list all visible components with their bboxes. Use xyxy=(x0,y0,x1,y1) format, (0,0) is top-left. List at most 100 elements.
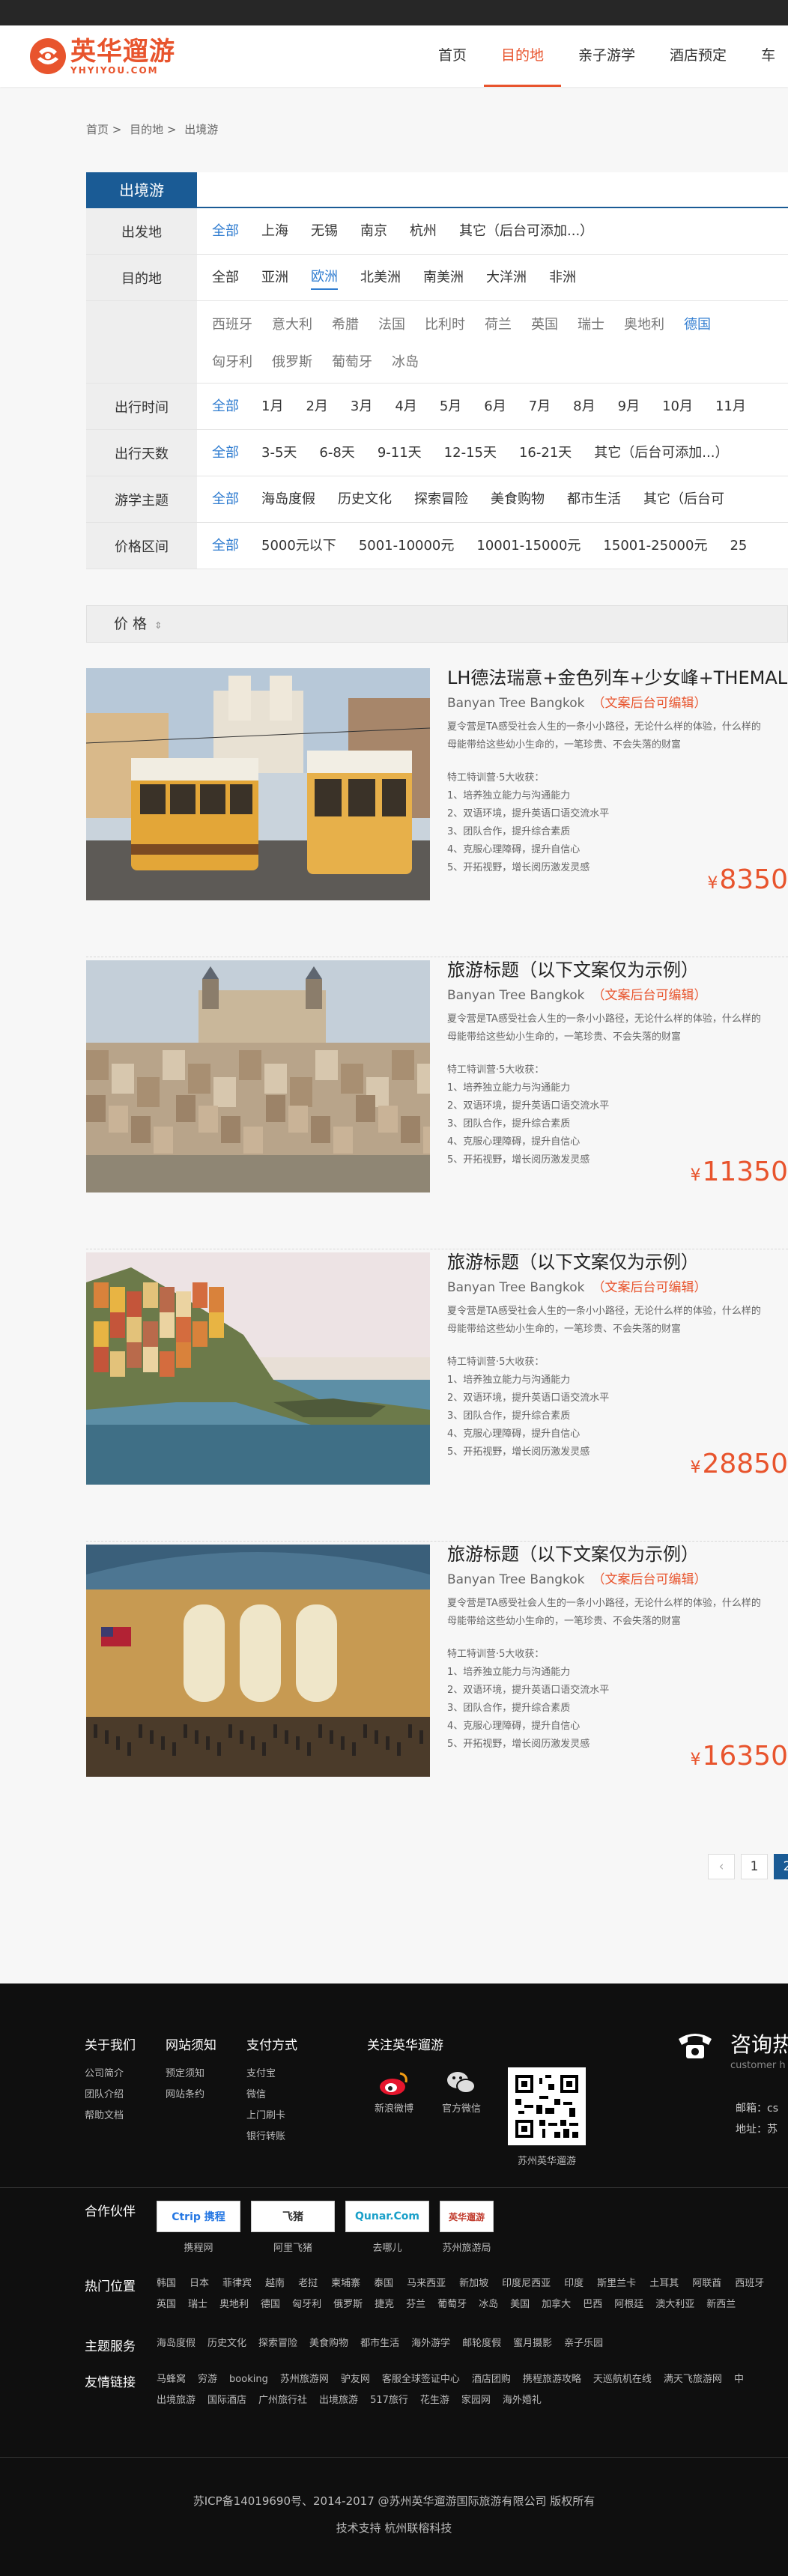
partner-fliggy[interactable]: 飞猪 阿里飞猪 xyxy=(251,2201,335,2254)
filter-option[interactable]: 4月 xyxy=(395,396,416,418)
filter-country-option[interactable]: 奥地利 xyxy=(624,306,664,344)
product-image[interactable] xyxy=(86,960,430,1192)
breadcrumb-home[interactable]: 首页 > xyxy=(86,123,121,136)
filter-option[interactable]: 非洲 xyxy=(549,267,576,289)
product-image[interactable] xyxy=(86,668,430,900)
footer-link[interactable]: 印度 xyxy=(564,2273,584,2295)
footer-link[interactable]: 阿联酋 xyxy=(692,2273,721,2295)
filter-option[interactable]: 无锡 xyxy=(311,220,338,243)
footer-link[interactable]: 帮助文档 xyxy=(85,2106,136,2127)
footer-link[interactable]: 预定须知 xyxy=(166,2064,216,2085)
footer-link[interactable]: 团队介绍 xyxy=(85,2085,136,2106)
footer-link[interactable]: 网站条约 xyxy=(166,2085,216,2106)
footer-link[interactable]: 奥地利 xyxy=(219,2294,249,2316)
filter-country-option[interactable]: 瑞士 xyxy=(578,306,604,344)
footer-link[interactable]: 携程旅游攻略 xyxy=(523,2369,581,2391)
filter-option[interactable]: 全部 xyxy=(212,442,239,464)
filter-option[interactable]: 3-5天 xyxy=(261,442,297,464)
filter-option[interactable]: 9-11天 xyxy=(378,442,422,464)
footer-link[interactable]: 天巡航机在线 xyxy=(593,2369,652,2391)
footer-link[interactable]: 客服全球签证中心 xyxy=(382,2369,460,2391)
footer-link[interactable]: 亲子乐园 xyxy=(564,2333,603,2355)
footer-link[interactable]: 捷克 xyxy=(375,2294,394,2316)
filter-option[interactable]: 5000元以下 xyxy=(261,535,336,557)
footer-link[interactable]: 马来西亚 xyxy=(407,2273,446,2295)
footer-link[interactable]: 澳大利亚 xyxy=(655,2294,694,2316)
nav-destination[interactable]: 目的地 xyxy=(484,25,562,87)
footer-link[interactable]: 出境旅游 xyxy=(157,2389,196,2412)
filter-option[interactable]: 2月 xyxy=(306,396,327,418)
filter-option[interactable]: 16-21天 xyxy=(519,442,572,464)
nav-hotel[interactable]: 酒店预定 xyxy=(652,25,744,87)
footer-link[interactable]: 老挝 xyxy=(298,2273,318,2295)
footer-link[interactable]: 美食购物 xyxy=(309,2333,348,2355)
filter-option[interactable]: 其它（后台可添加...） xyxy=(459,220,593,243)
nav-home[interactable]: 首页 xyxy=(421,25,484,87)
filter-option[interactable]: 其它（后台可添加...） xyxy=(594,442,728,464)
filter-country-option[interactable]: 德国 xyxy=(684,306,711,344)
filter-option[interactable]: 5月 xyxy=(440,396,461,418)
filter-option[interactable]: 探索冒险 xyxy=(414,488,468,511)
filter-country-option[interactable]: 荷兰 xyxy=(485,306,512,344)
footer-link[interactable]: 蜜月摄影 xyxy=(513,2333,552,2355)
footer-link[interactable]: 花生游 xyxy=(420,2389,449,2412)
page-2-button[interactable]: 2 xyxy=(774,1854,788,1879)
footer-link[interactable]: 满天飞旅游网 xyxy=(664,2369,722,2391)
filter-option[interactable]: 杭州 xyxy=(410,220,437,243)
filter-country-option[interactable]: 意大利 xyxy=(272,306,312,344)
filter-option[interactable]: 25 xyxy=(730,535,747,557)
footer-link[interactable]: 海外婚礼 xyxy=(503,2389,542,2412)
footer-link[interactable]: 广州旅行社 xyxy=(258,2389,307,2412)
filter-option[interactable]: 亚洲 xyxy=(261,267,288,289)
product-image[interactable] xyxy=(86,1545,430,1777)
filter-option[interactable]: 全部 xyxy=(212,267,239,289)
footer-link[interactable]: 斯里兰卡 xyxy=(597,2273,636,2295)
footer-link[interactable]: 匈牙利 xyxy=(292,2294,321,2316)
footer-link[interactable]: 海岛度假 xyxy=(157,2333,196,2355)
filter-option[interactable]: 南京 xyxy=(360,220,387,243)
breadcrumb-destination[interactable]: 目的地 > xyxy=(130,123,176,136)
product-card[interactable]: 旅游标题（以下文案仅为示例） Banyan Tree Bangkok （文案后台可编… xyxy=(86,1249,788,1542)
nav-car[interactable]: 车 xyxy=(744,25,788,87)
footer-link[interactable]: 家园网 xyxy=(461,2389,491,2412)
filter-option[interactable]: 历史文化 xyxy=(338,488,392,511)
product-title[interactable]: 旅游标题（以下文案仅为示例） xyxy=(447,1542,788,1567)
footer-link[interactable]: 韩国 xyxy=(157,2273,176,2295)
filter-option[interactable]: 南美洲 xyxy=(423,267,464,289)
footer-link[interactable]: 加拿大 xyxy=(542,2294,571,2316)
footer-link[interactable]: 西班牙 xyxy=(735,2273,764,2295)
partner-suzhou[interactable]: 英华遛游 苏州旅游局 xyxy=(440,2201,494,2254)
footer-link[interactable]: 银行转账 xyxy=(246,2127,297,2148)
filter-option[interactable]: 全部 xyxy=(212,535,239,557)
filter-option[interactable]: 美食购物 xyxy=(491,488,545,511)
filter-option[interactable]: 9月 xyxy=(618,396,640,418)
page-1-button[interactable]: 1 xyxy=(741,1854,768,1879)
product-image[interactable] xyxy=(86,1252,430,1485)
footer-link[interactable]: 新加坡 xyxy=(459,2273,488,2295)
filter-country-option[interactable]: 葡萄牙 xyxy=(332,344,372,381)
footer-link[interactable]: 邮轮度假 xyxy=(462,2333,501,2355)
footer-link[interactable]: 芬兰 xyxy=(406,2294,425,2316)
product-card[interactable]: 旅游标题（以下文案仅为示例） Banyan Tree Bangkok （文案后台可编… xyxy=(86,957,788,1249)
filter-option[interactable]: 都市生活 xyxy=(567,488,621,511)
filter-country-option[interactable]: 西班牙 xyxy=(212,306,252,344)
product-title[interactable]: LH德法瑞意+金色列车+少女峰+THEMALL xyxy=(447,665,788,691)
filter-country-option[interactable]: 法国 xyxy=(378,306,405,344)
filter-option[interactable]: 11月 xyxy=(715,396,746,418)
footer-link[interactable]: 酒店团购 xyxy=(472,2369,511,2391)
footer-link[interactable]: 穷游 xyxy=(198,2369,217,2391)
footer-link[interactable]: 冰岛 xyxy=(479,2294,498,2316)
filter-option[interactable]: 其它（后台可 xyxy=(643,488,724,511)
footer-link[interactable]: 美国 xyxy=(510,2294,530,2316)
footer-link[interactable]: 历史文化 xyxy=(207,2333,246,2355)
footer-link[interactable]: 都市生活 xyxy=(360,2333,399,2355)
footer-link[interactable]: 柬埔寨 xyxy=(331,2273,360,2295)
tab-outbound[interactable]: 出境游 xyxy=(86,172,197,208)
footer-link[interactable]: 苏州旅游网 xyxy=(280,2369,329,2391)
footer-link[interactable]: 中 xyxy=(734,2369,744,2391)
footer-link[interactable]: 泰国 xyxy=(374,2273,393,2295)
footer-link[interactable]: 俄罗斯 xyxy=(333,2294,363,2316)
filter-option[interactable]: 海岛度假 xyxy=(261,488,315,511)
footer-link[interactable]: 日本 xyxy=(190,2273,209,2295)
filter-option[interactable]: 全部 xyxy=(212,396,239,418)
